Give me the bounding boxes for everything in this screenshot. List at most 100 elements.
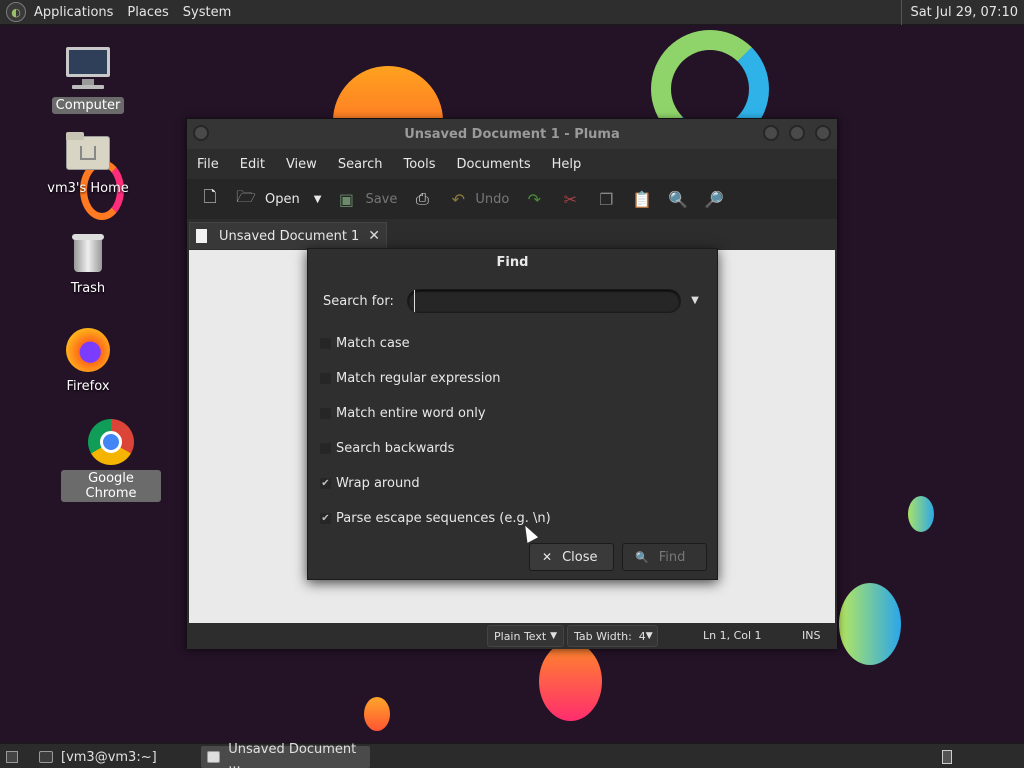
menu-help[interactable]: Help [552, 157, 582, 172]
minimize-button[interactable] [763, 125, 779, 141]
desktop-icon-label: vm3's Home [47, 181, 129, 196]
find-dialog-title: Find [496, 255, 529, 270]
option-parse-escape[interactable]: ✔ Parse escape sequences (e.g. \n) [320, 508, 551, 528]
mate-logo-icon[interactable]: ◐ [6, 2, 26, 22]
chevron-down-icon: ▼ [645, 631, 653, 641]
top-panel: ◐ Applications Places System Sat Jul 29,… [0, 0, 1024, 25]
save-button[interactable]: ▣ Save [335, 184, 397, 214]
open-folder-icon: 🗁 [236, 186, 256, 206]
menu-applications[interactable]: Applications [34, 5, 113, 20]
paste-button[interactable]: 📋 [631, 184, 653, 214]
open-label: Open [265, 191, 300, 207]
desktop-icon-firefox[interactable]: Firefox [38, 326, 138, 395]
menu-tools[interactable]: Tools [403, 157, 435, 172]
save-icon: ▣ [338, 189, 354, 209]
close-icon: ✕ [542, 550, 553, 564]
copy-button[interactable]: ❐ [595, 184, 617, 214]
menu-search[interactable]: Search [338, 157, 383, 172]
desktop-icon-label: Firefox [66, 379, 110, 394]
checkbox-unchecked[interactable] [320, 337, 331, 349]
find-replace-icon: 🔎 [704, 189, 725, 209]
toolbar: 🗋 🗁 Open ▼ ▣ Save ⎙ ↶ Undo ↷ ✂ ❐ 📋 🔍 🔎 [187, 179, 837, 219]
print-button[interactable]: ⎙ [411, 184, 433, 214]
decor-orange-dot [364, 697, 390, 731]
find-button[interactable]: 🔍 [667, 184, 689, 214]
open-button[interactable]: 🗁 Open ▼ [235, 184, 321, 214]
close-tab-icon[interactable]: ✕ [368, 228, 380, 244]
window-menu-button[interactable] [193, 125, 209, 141]
close-window-button[interactable] [815, 125, 831, 141]
paste-icon: 📋 [632, 189, 653, 209]
option-match-case[interactable]: Match case [320, 333, 410, 353]
search-input[interactable] [414, 290, 680, 312]
close-button-label: Close [562, 549, 598, 565]
search-for-label: Search for: [323, 294, 394, 309]
clock[interactable]: Sat Jul 29, 07:10 [901, 0, 1018, 25]
desktop-icon-home[interactable]: vm3's Home [38, 128, 138, 197]
option-match-entire-word[interactable]: Match entire word only [320, 403, 486, 423]
undo-button[interactable]: ↶ Undo [447, 184, 510, 214]
new-document-icon: 🗋 [203, 186, 217, 206]
option-match-regex[interactable]: Match regular expression [320, 368, 501, 388]
tab-width-selector[interactable]: Tab Width: 4 ▼ [567, 625, 658, 647]
document-tab-label: Unsaved Document 1 [219, 228, 360, 244]
taskbar-item-pluma[interactable]: Unsaved Document ... [201, 742, 370, 768]
checkbox-unchecked[interactable] [320, 442, 331, 454]
desktop-icon-trash[interactable]: Trash [38, 228, 138, 297]
undo-icon: ↶ [451, 189, 466, 209]
maximize-button[interactable] [789, 125, 805, 141]
search-icon: 🔍 [668, 189, 689, 209]
find-button-label: Find [658, 549, 686, 565]
search-history-dropdown-icon[interactable]: ▼ [685, 290, 705, 312]
terminal-icon [39, 751, 53, 763]
option-label: Match entire word only [336, 405, 486, 421]
checkbox-unchecked[interactable] [320, 372, 331, 384]
copy-icon: ❐ [599, 189, 614, 209]
desktop-icon-label: Computer [51, 97, 125, 114]
bottom-panel: [vm3@vm3:~] Unsaved Document ... [0, 742, 1024, 768]
taskbar-item-label: [vm3@vm3:~] [61, 749, 157, 765]
option-search-backwards[interactable]: Search backwards [320, 438, 454, 458]
window-titlebar[interactable]: Unsaved Document 1 - Pluma [187, 119, 837, 149]
find-dialog: Find Search for: ▼ Match case Match regu… [307, 248, 718, 580]
menu-documents[interactable]: Documents [457, 157, 531, 172]
menu-edit[interactable]: Edit [240, 157, 265, 172]
desktop-icon-chrome[interactable]: Google Chrome [61, 418, 161, 502]
show-desktop-button[interactable] [0, 746, 24, 768]
checkbox-checked[interactable]: ✔ [320, 512, 331, 524]
checkbox-checked[interactable]: ✔ [320, 477, 331, 489]
option-label: Wrap around [336, 475, 420, 491]
cut-button[interactable]: ✂ [559, 184, 581, 214]
option-label: Search backwards [336, 440, 455, 456]
find-dialog-find-button[interactable]: 🔍 Find [622, 543, 707, 571]
option-wrap-around[interactable]: ✔ Wrap around [320, 473, 420, 493]
document-icon [196, 229, 207, 243]
cursor-position: Ln 1, Col 1 [703, 629, 762, 642]
cut-icon: ✂ [563, 189, 578, 209]
menu-file[interactable]: File [197, 157, 219, 172]
checkbox-unchecked[interactable] [320, 407, 331, 419]
window-title: Unsaved Document 1 - Pluma [404, 126, 620, 142]
desktop-icon-computer[interactable]: Computer [38, 45, 138, 114]
menubar: File Edit View Search Tools Documents He… [187, 149, 837, 179]
new-document-button[interactable]: 🗋 [199, 184, 221, 214]
tab-width-label: Tab Width: 4 [574, 629, 646, 643]
taskbar-item-label: Unsaved Document ... [228, 742, 357, 768]
document-tab[interactable]: Unsaved Document 1 ✕ [189, 222, 387, 249]
taskbar-item-terminal[interactable]: [vm3@vm3:~] [33, 746, 198, 768]
workspace-switcher[interactable] [936, 746, 958, 768]
menu-places[interactable]: Places [127, 5, 168, 20]
workspace-icon [942, 750, 952, 764]
language-selector[interactable]: Plain Text ▼ [487, 625, 564, 647]
open-dropdown-arrow-icon[interactable]: ▼ [314, 194, 322, 205]
decor-orange-drop [539, 642, 602, 721]
menu-view[interactable]: View [286, 157, 317, 172]
firefox-icon [64, 326, 112, 374]
close-button[interactable]: ✕ Close [529, 543, 614, 571]
redo-button[interactable]: ↷ [523, 184, 545, 214]
menu-system[interactable]: System [183, 5, 231, 20]
find-replace-button[interactable]: 🔎 [703, 184, 725, 214]
insert-mode: INS [802, 629, 821, 642]
text-editor-icon [207, 751, 221, 763]
computer-icon [64, 45, 112, 93]
